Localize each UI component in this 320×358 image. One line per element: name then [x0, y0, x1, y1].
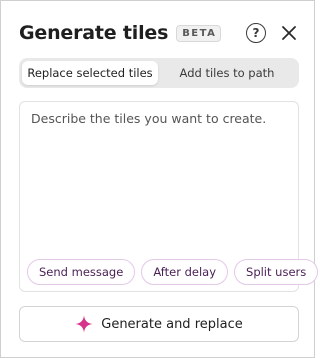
close-icon [282, 26, 296, 40]
prompt-box: Send message After delay Split users [19, 101, 319, 292]
panel-header: Generate tiles BETA ? [19, 19, 300, 47]
sparkle-icon [75, 315, 93, 333]
generate-tiles-panel: Generate tiles BETA ? Replace selected t… [0, 0, 319, 358]
suggestion-chips: Send message After delay Split users [27, 259, 319, 285]
generate-and-replace-button[interactable]: Generate and replace [19, 306, 299, 342]
help-button[interactable]: ? [246, 23, 266, 43]
chip-split-users[interactable]: Split users [234, 259, 319, 285]
mode-tabs: Replace selected tiles Add tiles to path [19, 58, 299, 88]
help-circle-icon: ? [252, 26, 260, 40]
chip-send-message[interactable]: Send message [27, 259, 136, 285]
tab-replace-selected-tiles[interactable]: Replace selected tiles [22, 61, 158, 85]
panel-title: Generate tiles [19, 22, 169, 44]
beta-badge: BETA [176, 24, 222, 42]
tab-add-tiles-to-path[interactable]: Add tiles to path [158, 61, 296, 85]
generate-button-label: Generate and replace [101, 316, 243, 332]
prompt-input[interactable] [31, 111, 289, 251]
chip-after-delay[interactable]: After delay [141, 259, 229, 285]
close-button[interactable] [278, 22, 300, 44]
